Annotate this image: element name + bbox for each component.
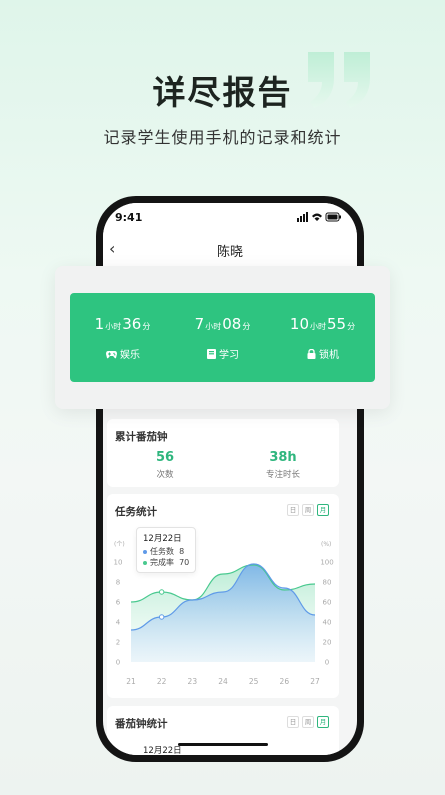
lock-duration: 10小时55分 <box>278 314 368 333</box>
tasks-dot <box>143 549 147 554</box>
entertainment-label: 娱乐 <box>78 346 168 361</box>
task-period-switch: 日 周 月 <box>287 504 329 516</box>
y-left-tick: 2 <box>116 639 120 647</box>
y-right-tick: 100 <box>320 559 333 567</box>
entertainment-label-text: 娱乐 <box>120 350 140 361</box>
y-left-tick: 0 <box>116 659 120 667</box>
tooltip-rate-label: 完成率 <box>150 558 174 567</box>
nav-bar: ‹ 陈晓 <box>103 229 357 269</box>
y-right-tick: 40 <box>323 619 332 627</box>
x-tick: 25 <box>249 677 259 686</box>
entertainment-hours-unit: 小时 <box>105 322 122 331</box>
quote-mark-icon <box>308 52 370 108</box>
y-left-tick: 8 <box>116 579 120 587</box>
x-tick: 26 <box>280 677 290 686</box>
segment-month[interactable]: 月 <box>317 504 329 516</box>
y-left-tick: 6 <box>116 599 121 607</box>
pomodoro-stats-card: 番茄钟统计 日 周 月 12月22日 <box>107 706 339 755</box>
lock-minutes: 55 <box>327 315 347 333</box>
pomodoro-period-switch: 日 周 月 <box>287 716 329 728</box>
pomodoro-total-title: 累计番茄钟 <box>115 431 168 443</box>
entertainment-minutes: 36 <box>122 315 142 333</box>
pomodoro-tooltip-date: 12月22日 <box>143 746 182 755</box>
right-axis-unit: (%) <box>321 541 331 548</box>
study-label-text: 学习 <box>219 350 239 361</box>
entertainment-duration: 1小时36分 <box>78 314 168 333</box>
focus-time-value: 38h <box>269 450 297 465</box>
pomodoro-segment-week[interactable]: 周 <box>302 716 314 728</box>
study-minutes: 08 <box>222 315 242 333</box>
y-right-tick: 20 <box>323 639 332 647</box>
pomodoro-count-value: 56 <box>155 450 175 465</box>
tooltip-task-label: 任务数 <box>150 547 174 556</box>
task-stats-card: 任务统计 日 周 月 (个) (%) 10 8 6 4 2 0 100 80 60 40 20 0 21… <box>107 494 339 698</box>
y-left-tick: 10 <box>114 559 123 567</box>
lock-label: 锁机 <box>278 346 368 361</box>
tasks-point <box>158 614 165 620</box>
usage-summary-banner: 1小时36分 7小时08分 10小时55分 娱乐 学习 锁机 <box>70 293 375 382</box>
pomodoro-stats-title: 番茄钟统计 <box>115 718 168 730</box>
x-tick: 23 <box>188 677 198 686</box>
status-icons <box>297 212 341 222</box>
pomodoro-segment-day[interactable]: 日 <box>287 716 299 728</box>
tooltip-task-value: 8 <box>179 547 185 556</box>
nav-title: 陈晓 <box>216 245 243 260</box>
status-bar: 9:41 <box>103 203 357 229</box>
y-right-tick: 80 <box>323 579 332 587</box>
pomodoro-total-card: 累计番茄钟 56 次数 38h 专注时长 <box>107 419 339 487</box>
y-right-tick: 0 <box>325 659 329 667</box>
segment-week[interactable]: 周 <box>302 504 314 516</box>
left-axis-unit: (个) <box>114 541 125 548</box>
lock-hours: 10 <box>289 315 309 333</box>
entertainment-minutes-unit: 分 <box>142 322 151 331</box>
study-label: 学习 <box>178 346 268 361</box>
x-tick: 24 <box>218 677 228 686</box>
task-stats-title: 任务统计 <box>115 506 157 518</box>
pomodoro-segment-month[interactable]: 月 <box>317 716 329 728</box>
study-minutes-unit: 分 <box>242 322 251 331</box>
gamepad-icon <box>106 351 117 359</box>
rate-point <box>158 589 165 595</box>
lock-hours-unit: 小时 <box>310 322 326 331</box>
pomodoro-count-label: 次数 <box>156 470 174 480</box>
focus-time-label: 专注时长 <box>265 470 300 480</box>
status-time: 9:41 <box>115 211 143 224</box>
lock-label-text: 锁机 <box>319 350 339 361</box>
rate-dot <box>143 560 147 565</box>
lock-minutes-unit: 分 <box>347 322 356 331</box>
entertainment-hours: 1 <box>94 315 105 333</box>
hero-title: 详尽报告 <box>152 73 293 112</box>
segment-day[interactable]: 日 <box>287 504 299 516</box>
tooltip-tasks: 任务数 8 <box>143 546 189 557</box>
home-indicator <box>178 743 268 746</box>
hero-subtitle: 记录学生使用手机的记录和统计 <box>103 128 342 147</box>
x-tick: 27 <box>310 677 320 686</box>
book-icon <box>207 349 216 359</box>
x-tick: 21 <box>126 677 136 686</box>
x-tick: 22 <box>157 677 167 686</box>
y-left-tick: 4 <box>116 619 121 627</box>
chart-tooltip: 12月22日 任务数 8 完成率 70 <box>136 527 197 573</box>
study-hours: 7 <box>194 315 205 333</box>
y-right-tick: 60 <box>323 599 332 607</box>
study-hours-unit: 小时 <box>205 322 222 331</box>
study-duration: 7小时08分 <box>178 314 268 333</box>
tooltip-rate: 完成率 70 <box>143 557 189 568</box>
tooltip-rate-value: 70 <box>179 558 190 567</box>
lock-icon <box>307 348 316 359</box>
tooltip-date: 12月22日 <box>143 534 182 544</box>
